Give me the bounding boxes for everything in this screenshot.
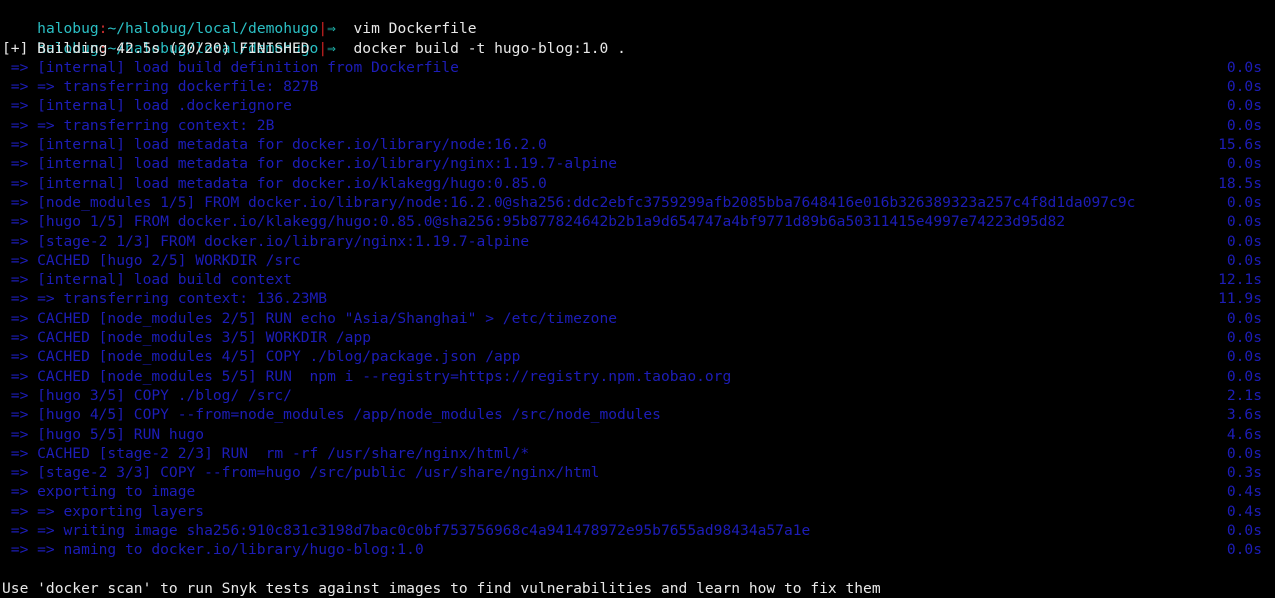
build-step-duration: 15.6s [1218,136,1262,154]
build-step-row: => [internal] load metadata for docker.i… [0,174,1275,193]
build-step-row: => CACHED [node_modules 3/5] WORKDIR /ap… [0,328,1275,347]
build-step-row: => CACHED [stage-2 2/3] RUN rm -rf /usr/… [0,444,1275,463]
build-step-duration: 12.1s [1218,271,1262,289]
build-header: [+] Building 42.5s (20/20) FINISHED [2,39,310,57]
build-step-text: => => transferring dockerfile: 827B [2,78,319,96]
build-step-text: => [internal] load .dockerignore [2,97,292,115]
build-step-duration: 18.5s [1218,174,1262,192]
prompt-line: halobug:~/halobug/local/demohugo|⇒ docke… [0,19,1275,57]
build-step-duration: 0.0s [1226,155,1262,173]
build-step-text: => CACHED [node_modules 4/5] COPY ./blog… [2,348,521,366]
build-step-text: => [internal] load build context [2,271,292,289]
build-step-duration: 0.3s [1226,464,1262,482]
build-step-text: => [internal] load metadata for docker.i… [2,136,547,154]
build-step-row: => CACHED [hugo 2/5] WORKDIR /src 0.0s [0,251,1275,270]
build-step-duration: 11.9s [1218,290,1262,308]
build-step-duration: 4.6s [1226,425,1262,443]
build-step-row: => [internal] load build context 12.1s [0,270,1275,289]
build-step-text: => [hugo 1/5] FROM docker.io/klakegg/hug… [2,213,1066,231]
build-step-duration: 0.0s [1226,444,1262,462]
build-step-text: => [node_modules 1/5] FROM docker.io/lib… [2,193,1136,211]
build-step-duration: 0.0s [1226,213,1262,231]
build-step-text: => [hugo 5/5] RUN hugo [2,425,205,443]
build-step-row: => => transferring dockerfile: 827B 0.0s [0,77,1275,96]
build-step-row: => => transferring context: 136.23MB 11.9… [0,289,1275,308]
build-step-text: => CACHED [node_modules 5/5] RUN npm i -… [2,367,732,385]
build-step-duration: 0.4s [1226,502,1262,520]
build-step-text: => CACHED [stage-2 2/3] RUN rm -rf /usr/… [2,444,530,462]
build-step-row: => [hugo 4/5] COPY --from=node_modules /… [0,405,1275,424]
build-step-text: => [internal] load build definition from… [2,58,459,76]
build-step-list: => [internal] load build definition from… [0,58,1275,560]
build-step-row: => => transferring context: 2B 0.0s [0,116,1275,135]
build-step-row: => CACHED [node_modules 4/5] COPY ./blog… [0,347,1275,366]
build-step-duration: 0.0s [1226,97,1262,115]
build-step-text: => [internal] load metadata for docker.i… [2,155,618,173]
build-step-text: => exporting to image [2,483,196,501]
build-step-duration: 0.0s [1226,251,1262,269]
build-step-text: => => transferring context: 2B [2,116,275,134]
build-step-duration: 0.0s [1226,329,1262,347]
build-step-row: => [stage-2 3/3] COPY --from=hugo /src/p… [0,463,1275,482]
build-step-text: => CACHED [hugo 2/5] WORKDIR /src [2,251,301,269]
footer-note: Use 'docker scan' to run Snyk tests agai… [2,579,881,597]
build-step-row: => [hugo 5/5] RUN hugo 4.6s [0,425,1275,444]
build-step-row: => [stage-2 1/3] FROM docker.io/library/… [0,232,1275,251]
build-step-duration: 0.0s [1226,309,1262,327]
build-step-text: => => transferring context: 136.23MB [2,290,328,308]
build-step-row: => [internal] load build definition from… [0,58,1275,77]
build-step-row: => => writing image sha256:910c831c3198d… [0,521,1275,540]
build-step-row: => => naming to docker.io/library/hugo-b… [0,540,1275,559]
build-step-row: => CACHED [node_modules 5/5] RUN npm i -… [0,367,1275,386]
build-step-duration: 0.0s [1226,193,1262,211]
build-step-row: => [internal] load metadata for docker.i… [0,135,1275,154]
build-step-text: => [hugo 3/5] COPY ./blog/ /src/ [2,386,292,404]
build-step-duration: 0.0s [1226,78,1262,96]
build-step-text: => => naming to docker.io/library/hugo-b… [2,541,424,559]
build-step-row: => [internal] load .dockerignore 0.0s [0,96,1275,115]
build-step-duration: 0.0s [1226,522,1262,540]
build-step-row: => exporting to image 0.4s [0,482,1275,501]
build-step-duration: 2.1s [1226,386,1262,404]
build-step-duration: 0.0s [1226,541,1262,559]
build-step-row: => [hugo 1/5] FROM docker.io/klakegg/hug… [0,212,1275,231]
build-step-duration: 0.0s [1226,348,1262,366]
build-step-duration: 3.6s [1226,406,1262,424]
build-step-row: => CACHED [node_modules 2/5] RUN echo "A… [0,309,1275,328]
build-step-text: => CACHED [node_modules 2/5] RUN echo "A… [2,309,618,327]
build-step-text: => [hugo 4/5] COPY --from=node_modules /… [2,406,661,424]
build-step-row: => [internal] load metadata for docker.i… [0,154,1275,173]
build-step-duration: 0.0s [1226,58,1262,76]
build-step-duration: 0.0s [1226,367,1262,385]
prompt-line: halobug:~/halobug/local/demohugo|⇒ vim D… [0,0,1275,37]
build-step-row: => [node_modules 1/5] FROM docker.io/lib… [0,193,1275,212]
build-step-text: => => writing image sha256:910c831c3198d… [2,522,811,540]
build-step-text: => CACHED [node_modules 3/5] WORKDIR /ap… [2,329,372,347]
terminal-window[interactable]: halobug:~/halobug/local/demohugo|⇒ vim D… [0,0,1275,597]
build-step-duration: 0.0s [1226,116,1262,134]
build-step-row: => => exporting layers 0.4s [0,502,1275,521]
build-step-row: => [hugo 3/5] COPY ./blog/ /src/2.1s [0,386,1275,405]
build-step-text: => [stage-2 1/3] FROM docker.io/library/… [2,232,530,250]
build-step-text: => [stage-2 3/3] COPY --from=hugo /src/p… [2,464,600,482]
build-step-text: => => exporting layers [2,502,205,520]
build-step-text: => [internal] load metadata for docker.i… [2,174,547,192]
build-step-duration: 0.0s [1226,232,1262,250]
build-step-duration: 0.4s [1226,483,1262,501]
